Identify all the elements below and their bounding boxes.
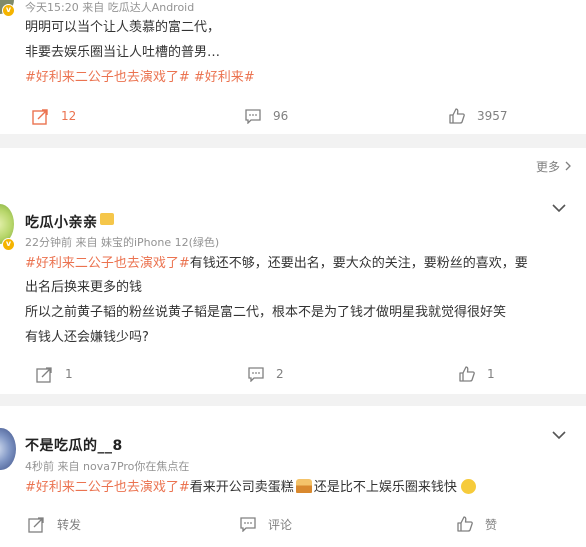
comment-button[interactable]: 2: [248, 361, 284, 387]
hashtag-link[interactable]: #好利来二公子也去演戏了#: [25, 480, 190, 495]
comment-label: 评论: [268, 517, 293, 532]
comment-button[interactable]: 评论: [240, 511, 292, 537]
post-card-2: 更多 v 吃瓜小亲亲 22分钟前 来自 妹宝的iPhone 12(绿色) #好利…: [0, 148, 586, 394]
post-text-segment: 还是比不上娱乐圈来钱快: [313, 480, 457, 495]
post-text-line: #好利来二公子也去演戏了#看来开公司卖蛋糕 还是比不上娱乐圈来钱快: [25, 476, 476, 499]
like-button[interactable]: 赞: [457, 511, 497, 537]
user-nickname[interactable]: 吃瓜小亲亲: [25, 212, 98, 232]
post-text-line: 有钱人还会嫌钱少吗?: [25, 330, 149, 345]
smile-emoji-icon: [460, 479, 476, 494]
post-card-1: v 今天15:20 来自 吃瓜达人Android 明明可以当个让人羡慕的富二代，…: [0, 0, 586, 134]
post-text-segment: 有钱还不够，还要出名，要大众的关注，要粉丝的喜欢，要: [189, 256, 528, 271]
like-button[interactable]: 3957: [449, 103, 508, 129]
post-text-line: 非要去娱乐圈当让人吐槽的普男…: [25, 45, 221, 60]
repost-button[interactable]: 1: [36, 361, 73, 387]
repost-count: 1: [65, 367, 73, 381]
action-bar: 12 96 3957: [0, 103, 586, 129]
verified-badge-icon: v: [2, 4, 15, 17]
repost-icon: [32, 108, 49, 125]
user-nickname[interactable]: 不是吃瓜的__8: [25, 435, 123, 455]
like-count: 3957: [477, 109, 508, 123]
comment-icon: [248, 366, 264, 382]
verified-badge-icon: v: [2, 238, 15, 251]
post-text-line: 出名后换来更多的钱: [25, 280, 143, 295]
repost-count: 12: [61, 109, 77, 123]
like-icon: [449, 108, 465, 124]
comment-count: 2: [276, 367, 284, 381]
repost-label: 转发: [57, 517, 82, 532]
comment-icon: [245, 108, 261, 124]
cake-emoji-icon: [295, 479, 312, 493]
repost-button[interactable]: 转发: [28, 511, 81, 537]
post-text-line: #好利来二公子也去演戏了#有钱还不够，还要出名，要大众的关注，要粉丝的喜欢，要: [25, 252, 528, 275]
repost-button[interactable]: 12: [32, 103, 76, 129]
hashtag-link[interactable]: #好利来二公子也去演戏了# #好利来#: [25, 66, 255, 89]
comment-button[interactable]: 96: [245, 103, 288, 129]
action-bar: 1 2 1: [0, 361, 586, 387]
more-label: 更多: [535, 160, 560, 174]
chevron-right-icon: [565, 160, 571, 174]
post-text-line: 明明可以当个让人羡慕的富二代，: [25, 20, 221, 35]
post-meta: 今天15:20 来自 吃瓜达人Android: [25, 1, 195, 14]
post-text-segment: 看来开公司卖蛋糕: [189, 480, 294, 495]
like-icon: [459, 366, 475, 382]
repost-icon: [36, 366, 53, 383]
chevron-down-icon[interactable]: [552, 425, 566, 444]
repost-icon: [28, 516, 45, 533]
level-badge-icon: [100, 213, 114, 225]
post-text-line: 所以之前黄子韬的粉丝说黄子韬是富二代，根本不是为了钱才做明星我就觉得很好笑: [25, 305, 507, 320]
more-link[interactable]: 更多: [536, 158, 571, 175]
post-card-3: 不是吃瓜的__8 4秒前 来自 nova7Pro你在焦点在 #好利来二公子也去演…: [0, 406, 586, 547]
hashtag-link[interactable]: #好利来二公子也去演戏了#: [25, 256, 190, 271]
like-icon: [457, 516, 473, 532]
like-button[interactable]: 1: [459, 361, 495, 387]
action-bar: 转发 评论 赞: [0, 511, 586, 537]
avatar[interactable]: [0, 428, 16, 470]
chevron-down-icon[interactable]: [552, 198, 566, 217]
like-label: 赞: [485, 517, 498, 532]
like-count: 1: [487, 367, 495, 381]
post-meta: 4秒前 来自 nova7Pro你在焦点在: [25, 460, 190, 473]
post-meta: 22分钟前 来自 妹宝的iPhone 12(绿色): [25, 236, 220, 249]
comment-count: 96: [273, 109, 289, 123]
comment-icon: [240, 516, 256, 532]
